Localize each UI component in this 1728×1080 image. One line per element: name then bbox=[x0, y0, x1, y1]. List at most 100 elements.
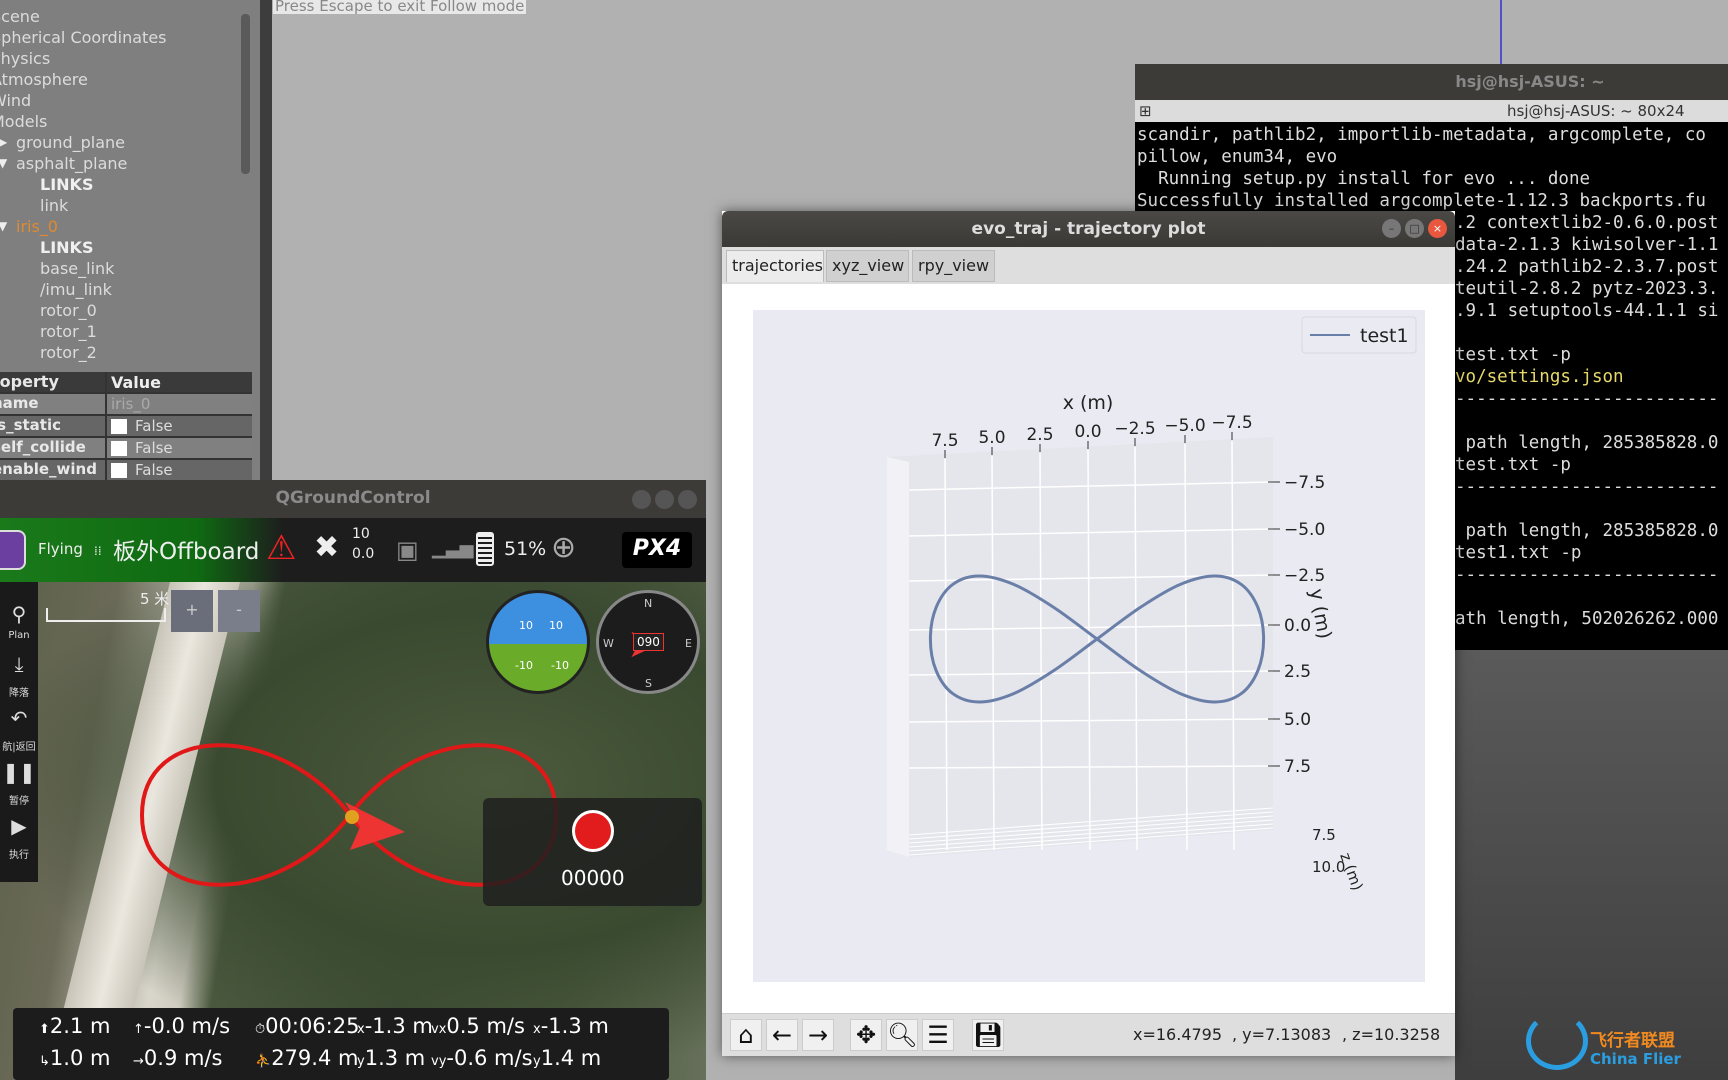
tree-item[interactable]: rotor_0 bbox=[40, 300, 97, 321]
gps-hdop: 0.0 bbox=[352, 546, 375, 562]
legend-label: test1 bbox=[1360, 325, 1409, 347]
x-tick-label: −5.0 bbox=[1164, 416, 1205, 436]
compass-s: S bbox=[645, 677, 652, 690]
y-tick-label: 7.5 bbox=[1284, 757, 1311, 777]
home-icon[interactable]: ⌂ bbox=[730, 1019, 762, 1051]
terminal-line: ------------------------- bbox=[1455, 565, 1719, 585]
terminal-line: ath length, 502026262.000 bbox=[1455, 609, 1719, 629]
warning-icon[interactable]: ⚠ bbox=[266, 528, 296, 568]
tree-item[interactable]: ground_plane bbox=[16, 132, 125, 153]
zoom-icon[interactable]: 🔍︎ bbox=[886, 1019, 918, 1051]
px4-logo[interactable]: PX4 bbox=[622, 532, 692, 568]
window-title: evo_traj - trajectory plot bbox=[722, 211, 1455, 247]
tree-item-selected[interactable]: iris_0 bbox=[16, 216, 58, 237]
split-icon[interactable]: ⊞ bbox=[1139, 100, 1152, 122]
flight-status[interactable]: Flying bbox=[38, 540, 83, 558]
land-icon[interactable]: ⤓ bbox=[0, 652, 38, 676]
zoom-out-button[interactable]: - bbox=[218, 590, 260, 632]
minimize-icon[interactable]: – bbox=[1382, 219, 1401, 238]
x-tick-label: −7.5 bbox=[1211, 413, 1252, 433]
tree-item[interactable]: rotor_2 bbox=[40, 342, 97, 363]
telemetry-icon: ↑ bbox=[133, 1022, 144, 1037]
telemetry-value: ⬆2.1 m bbox=[39, 1014, 111, 1038]
forward-icon[interactable]: → bbox=[802, 1019, 834, 1051]
telemetry-icon: vx bbox=[431, 1022, 447, 1037]
tree-item[interactable]: Scene bbox=[0, 6, 40, 27]
collapse-arrow-icon[interactable]: ▼ bbox=[0, 219, 7, 233]
maximize-icon[interactable]: □ bbox=[1405, 219, 1424, 238]
tree-item[interactable]: /imu_link bbox=[40, 279, 112, 300]
minimize-icon[interactable] bbox=[632, 490, 651, 509]
terminal-line: path length, 285385828.0 bbox=[1455, 521, 1719, 541]
tool-land[interactable]: 降落 bbox=[0, 684, 38, 699]
terminal-line: ------------------------- bbox=[1455, 389, 1719, 409]
trajectory-plot-3d[interactable]: 7.5 5.0 2.5 0.0 −2.5 −5.0 −7.5 −7.5 −5.0 −2.5 0.0 2… bbox=[753, 310, 1425, 982]
tree-item[interactable]: Models bbox=[0, 111, 47, 132]
prop-value[interactable]: iris_0 bbox=[107, 394, 252, 414]
qgc-logo-icon[interactable] bbox=[0, 530, 26, 570]
tree-item[interactable]: asphalt_plane bbox=[16, 153, 127, 174]
return-icon[interactable]: ↶ bbox=[0, 706, 38, 730]
map-scale-label: 5 米 bbox=[140, 590, 170, 608]
x-tick-label: −2.5 bbox=[1114, 419, 1155, 439]
satellite-icon[interactable]: ✖ bbox=[314, 530, 339, 565]
pause-icon[interactable]: ❚❚ bbox=[0, 760, 38, 784]
back-icon[interactable]: ← bbox=[766, 1019, 798, 1051]
x-axis-label: x (m) bbox=[1063, 392, 1114, 414]
expand-arrow-icon[interactable]: ▶ bbox=[0, 135, 7, 149]
configure-icon[interactable]: ☰ bbox=[922, 1019, 954, 1051]
tree-item[interactable]: Spherical Coordinates bbox=[0, 27, 167, 48]
zoom-in-button[interactable]: + bbox=[171, 590, 213, 632]
record-button[interactable] bbox=[572, 810, 614, 852]
tool-plan[interactable]: Plan bbox=[0, 630, 38, 641]
collapse-arrow-icon[interactable]: ▼ bbox=[0, 156, 7, 170]
tree-item[interactable]: Physics bbox=[0, 48, 50, 69]
close-icon[interactable]: × bbox=[1428, 219, 1447, 238]
scrollbar[interactable] bbox=[241, 14, 250, 174]
play-icon[interactable]: ▶ bbox=[0, 814, 38, 838]
rc-icon[interactable]: ▣ bbox=[396, 536, 419, 564]
tree-item[interactable]: Wind bbox=[0, 90, 31, 111]
tree-item[interactable]: base_link bbox=[40, 258, 114, 279]
z-tick-label: 7.5 bbox=[1312, 826, 1336, 844]
tree-item[interactable]: rotor_1 bbox=[40, 321, 97, 342]
terminal-line: Running setup.py install for evo ... don… bbox=[1137, 169, 1591, 189]
tab-xyz-view[interactable]: xyz_view bbox=[826, 250, 909, 282]
save-icon[interactable]: 💾︎ bbox=[972, 1019, 1004, 1051]
video-record-panel: 00000 bbox=[483, 798, 702, 906]
tab-rpy-view[interactable]: rpy_view bbox=[912, 250, 995, 282]
record-counter: 00000 bbox=[561, 866, 625, 890]
telemetry-value: ⛹279.4 m bbox=[255, 1046, 359, 1070]
pan-icon[interactable]: ✥ bbox=[850, 1019, 882, 1051]
tree-header: LINKS bbox=[40, 238, 94, 257]
y-tick-label: −2.5 bbox=[1284, 566, 1325, 586]
plan-icon[interactable]: ⚲ bbox=[0, 602, 38, 626]
compass-n: N bbox=[644, 597, 653, 610]
close-icon[interactable] bbox=[678, 490, 697, 509]
checkbox[interactable] bbox=[111, 440, 127, 456]
tool-execute[interactable]: 执行 bbox=[0, 846, 38, 861]
compass: N E S W ➤ 090 bbox=[596, 590, 700, 694]
terminal-line: vo/settings.json bbox=[1455, 367, 1624, 387]
battery-icon[interactable] bbox=[476, 532, 494, 566]
prop-value: False bbox=[135, 439, 173, 457]
tab-trajectories[interactable]: trajectories bbox=[726, 250, 824, 282]
terminal-line: pillow, enum34, evo bbox=[1137, 147, 1338, 167]
maximize-icon[interactable] bbox=[655, 490, 674, 509]
tree-item[interactable]: Atmosphere bbox=[0, 69, 88, 90]
checkbox[interactable] bbox=[111, 418, 127, 434]
terminal-line: test.txt -p bbox=[1455, 455, 1571, 475]
flight-mode[interactable]: 板外Offboard bbox=[113, 532, 259, 566]
panel-splitter[interactable] bbox=[260, 0, 272, 480]
tool-pause[interactable]: 暂停 bbox=[0, 792, 38, 807]
checkbox[interactable] bbox=[111, 462, 127, 478]
map-view[interactable]: ⚲ Plan ⤓ 降落 ↶ 航|返回 ❚❚ 暂停 ▶ 执行 5 米 + - 10… bbox=[0, 582, 706, 1080]
gps-target-icon[interactable]: ⊕ bbox=[551, 530, 576, 565]
tree-item[interactable]: link bbox=[40, 195, 68, 216]
telemetry-value: vx0.5 m/s bbox=[431, 1014, 525, 1038]
tree-header: LINKS bbox=[40, 175, 94, 194]
tool-rtl[interactable]: 航|返回 bbox=[0, 738, 38, 753]
map-scale-bar bbox=[46, 608, 166, 622]
